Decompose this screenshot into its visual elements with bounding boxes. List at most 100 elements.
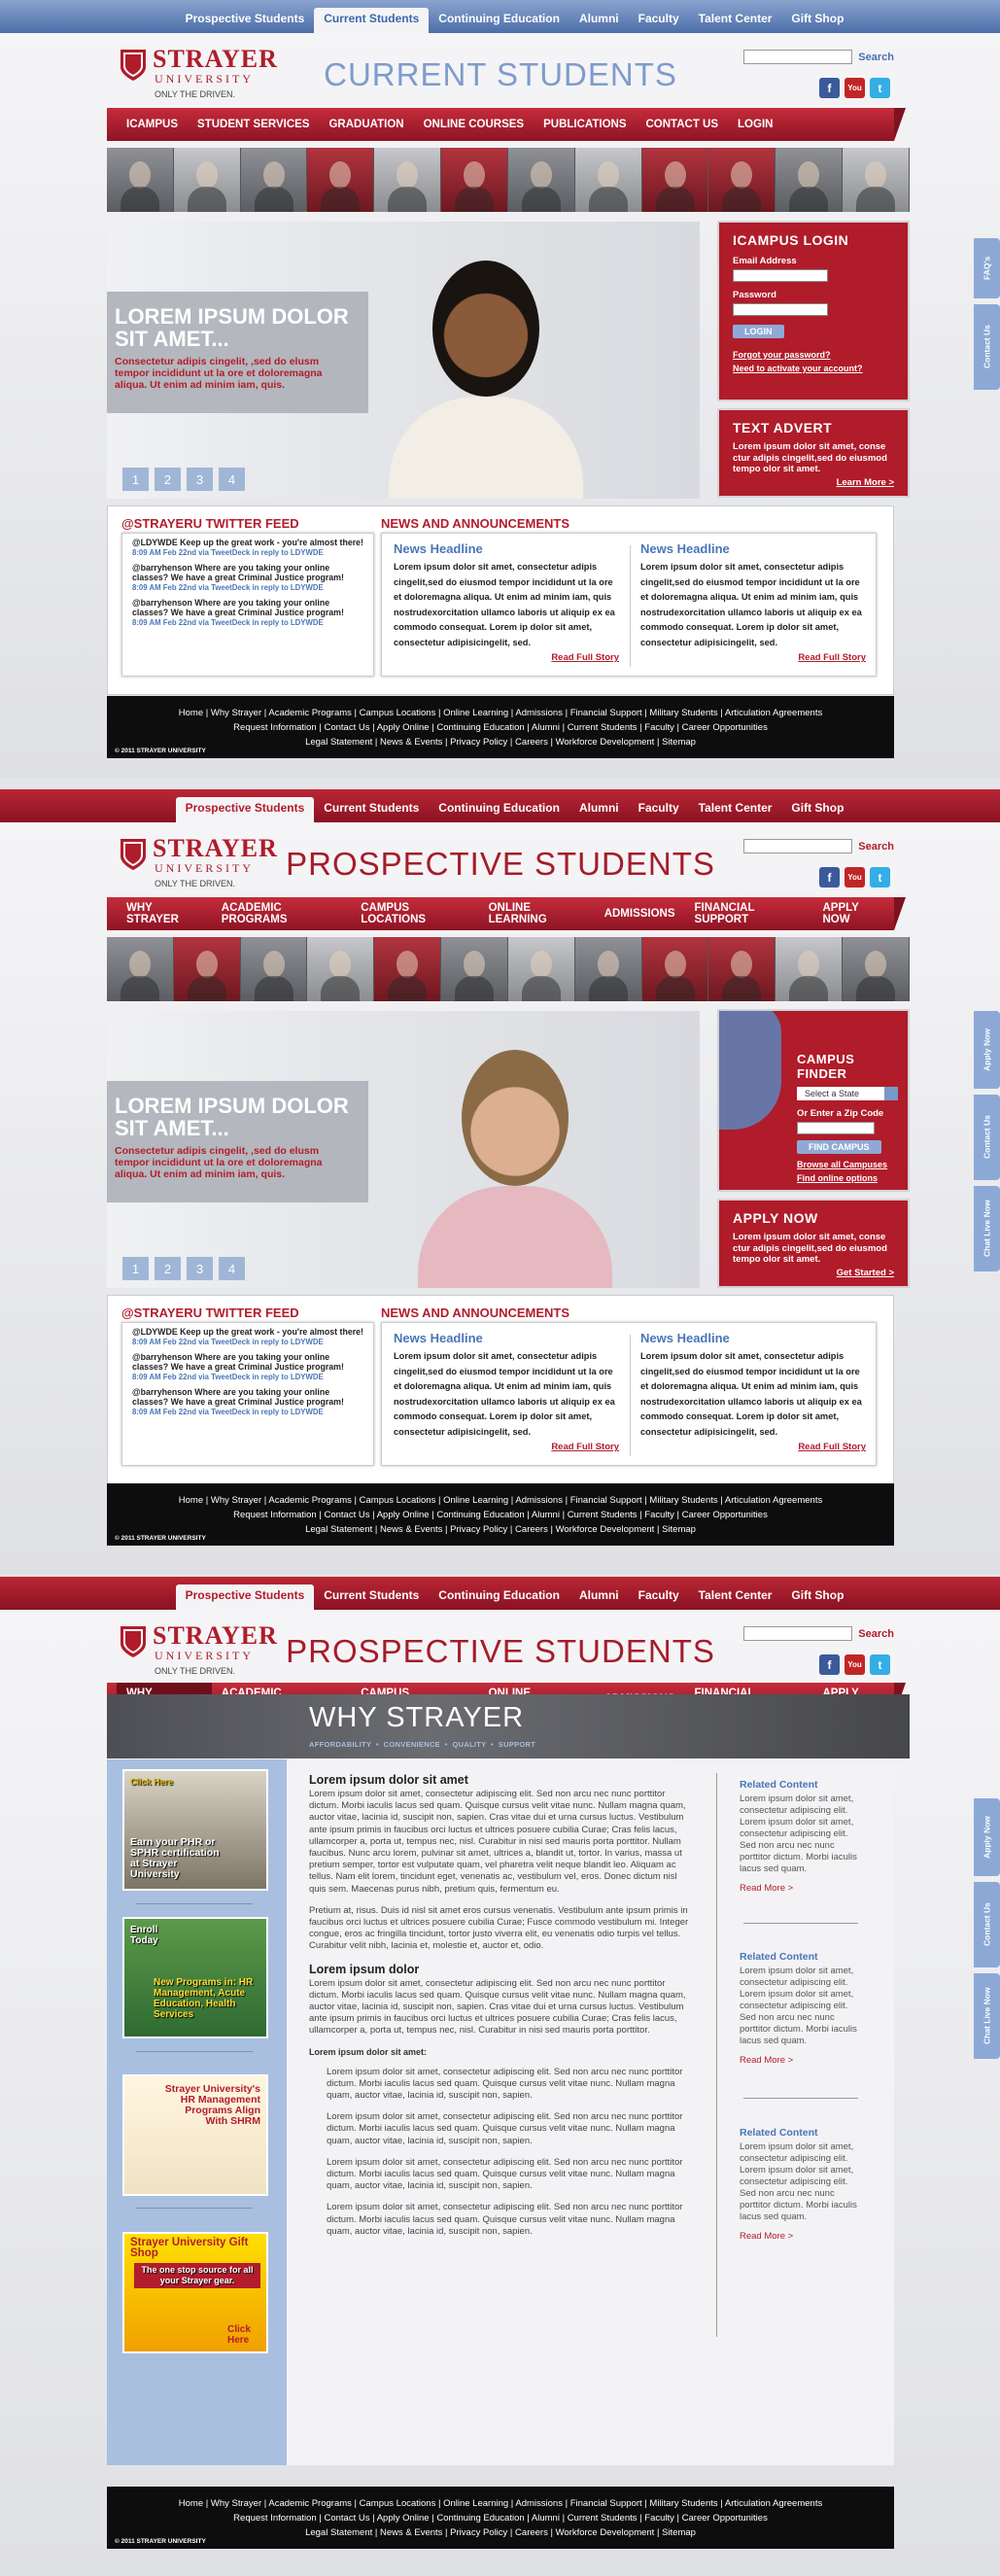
pager-3[interactable]: 3: [187, 468, 213, 491]
hero-pager: 1 2 3 4: [122, 1257, 245, 1280]
search-input[interactable]: [743, 50, 853, 64]
youtube-icon[interactable]: You: [845, 867, 865, 888]
email-label: Email Address: [733, 256, 797, 266]
nav-academic-programs[interactable]: ACADEMIC PROGRAMS: [212, 897, 351, 930]
hero-title: LOREM IPSUM DOLOR SIT AMET...: [115, 1094, 349, 1140]
nav-why-strayer[interactable]: WHY STRAYER: [117, 897, 212, 930]
related-title[interactable]: Related Content: [740, 1779, 861, 1791]
footer-links-1: Home | Why Strayer | Academic Programs |…: [178, 1495, 823, 1506]
nav-online-courses[interactable]: ONLINE COURSES: [414, 108, 534, 141]
side-tabs: Apply Now Contact Us Chat Live Now: [974, 1011, 1000, 1271]
email-field[interactable]: [733, 269, 828, 282]
side-tab-chat-live[interactable]: Chat Live Now: [974, 1186, 1000, 1271]
feeds-section: @STRAYERU TWITTER FEED NEWS AND ANNOUNCE…: [107, 505, 894, 695]
read-full-story-link[interactable]: Read Full Story: [394, 1442, 619, 1452]
search-button[interactable]: Search: [858, 841, 894, 853]
news-headline[interactable]: News Headline: [640, 541, 866, 556]
read-more-link[interactable]: Read More >: [740, 1883, 861, 1894]
side-tab-contact-us[interactable]: Contact Us: [974, 1095, 1000, 1180]
tweet: @LDYWDE Keep up the great work - you're …: [132, 1327, 363, 1346]
hr-management-ad[interactable]: Strayer University's HR Management Progr…: [122, 2074, 268, 2196]
pager-1[interactable]: 1: [122, 468, 149, 491]
pager-2[interactable]: 2: [155, 1257, 181, 1280]
nav-campus-locations[interactable]: CAMPUS LOCATIONS: [351, 897, 478, 930]
student-photo: [574, 148, 642, 212]
read-full-story-link[interactable]: Read Full Story: [394, 652, 619, 663]
student-photo: [441, 937, 508, 1001]
side-tab-apply-now[interactable]: Apply Now: [974, 1798, 1000, 1876]
facebook-icon[interactable]: f: [819, 78, 840, 98]
nav-apply-now[interactable]: APPLY NOW: [813, 897, 895, 930]
state-select[interactable]: Select a State: [797, 1087, 898, 1100]
side-tab-contact-us[interactable]: Contact Us: [974, 304, 1000, 390]
activate-account-link[interactable]: Need to activate your account?: [733, 364, 894, 373]
nav-financial-support[interactable]: FINANCIAL SUPPORT: [685, 897, 813, 930]
phr-certification-ad[interactable]: Click Here Earn your PHR or SPHR certifi…: [122, 1769, 268, 1891]
icampus-login-box: ICAMPUS LOGIN Email Address Password LOG…: [717, 221, 910, 401]
nav-contact-us[interactable]: CONTACT US: [637, 108, 729, 141]
facebook-icon[interactable]: f: [819, 867, 840, 888]
student-photo: [641, 148, 709, 212]
news-headline[interactable]: News Headline: [640, 1331, 866, 1345]
article-list-heading: Lorem ipsum dolor sit amet:: [309, 2046, 428, 2057]
student-photo: [240, 937, 308, 1001]
forgot-password-link[interactable]: Forgot your password?: [733, 350, 894, 360]
youtube-icon[interactable]: You: [845, 1654, 865, 1675]
news-body: Lorem ipsum dolor sit amet, consectetur …: [394, 1351, 615, 1437]
page-container: STRAYER UNIVERSITY ONLY THE DRIVEN. CURR…: [107, 0, 910, 778]
read-more-link[interactable]: Read More >: [740, 2231, 861, 2242]
related-content: Related Content Lorem ipsum dolor sit am…: [740, 1779, 861, 1894]
read-full-story-link[interactable]: Read Full Story: [640, 1442, 866, 1452]
nav-publications[interactable]: PUBLICATIONS: [534, 108, 636, 141]
read-full-story-link[interactable]: Read Full Story: [640, 652, 866, 663]
main-nav: WHY STRAYER ACADEMIC PROGRAMS CAMPUS LOC…: [107, 897, 906, 930]
nav-admissions[interactable]: ADMISSIONS: [595, 897, 685, 930]
pager-4[interactable]: 4: [219, 1257, 245, 1280]
twitter-icon[interactable]: t: [870, 78, 890, 98]
browse-campuses-link[interactable]: Browse all Campuses: [797, 1160, 894, 1169]
news-headline[interactable]: News Headline: [394, 1331, 619, 1345]
password-field[interactable]: [733, 303, 828, 316]
gift-shop-ad[interactable]: Strayer University Gift Shop The one sto…: [122, 2232, 268, 2353]
search-button[interactable]: Search: [858, 52, 894, 63]
news-box: News Headline Lorem ipsum dolor sit amet…: [381, 1322, 877, 1466]
get-started-link[interactable]: Get Started >: [733, 1268, 894, 1278]
login-button[interactable]: LOGIN: [733, 325, 784, 338]
search-bar: Search: [743, 1626, 894, 1641]
related-title[interactable]: Related Content: [740, 1951, 861, 1963]
learn-more-link[interactable]: Learn More >: [733, 477, 894, 488]
online-options-link[interactable]: Find online options: [797, 1173, 894, 1183]
read-more-link[interactable]: Read More >: [740, 2055, 861, 2066]
pager-2[interactable]: 2: [155, 468, 181, 491]
pager-1[interactable]: 1: [122, 1257, 149, 1280]
nav-login[interactable]: LOGIN: [728, 108, 782, 141]
search-input[interactable]: [743, 839, 853, 853]
youtube-icon[interactable]: You: [845, 78, 865, 98]
student-photo: [641, 937, 709, 1001]
footer: Home | Why Strayer | Academic Programs |…: [107, 2487, 894, 2549]
nav-online-learning[interactable]: ONLINE LEARNING: [479, 897, 595, 930]
twitter-icon[interactable]: t: [870, 1654, 890, 1675]
search-input[interactable]: [743, 1626, 853, 1641]
news-body: Lorem ipsum dolor sit amet, consectetur …: [394, 562, 615, 647]
divider: [743, 1923, 858, 1924]
banner-title: WHY STRAYER: [309, 1702, 525, 1733]
nav-graduation[interactable]: GRADUATION: [319, 108, 413, 141]
news-title: NEWS AND ANNOUNCEMENTS: [381, 1305, 570, 1320]
side-tab-apply-now[interactable]: Apply Now: [974, 1011, 1000, 1089]
search-button[interactable]: Search: [858, 1628, 894, 1640]
related-title[interactable]: Related Content: [740, 2127, 861, 2139]
news-headline[interactable]: News Headline: [394, 541, 619, 556]
find-campus-button[interactable]: FIND CAMPUS: [797, 1140, 881, 1154]
side-tab-contact-us[interactable]: Contact Us: [974, 1882, 1000, 1967]
twitter-icon[interactable]: t: [870, 867, 890, 888]
pager-3[interactable]: 3: [187, 1257, 213, 1280]
side-tab-faqs[interactable]: FAQ's: [974, 238, 1000, 298]
nav-icampus[interactable]: ICAMPUS: [117, 108, 188, 141]
zip-field[interactable]: [797, 1122, 875, 1134]
new-programs-ad[interactable]: Enroll Today New Programs in: HR Managem…: [122, 1917, 268, 2038]
pager-4[interactable]: 4: [219, 468, 245, 491]
facebook-icon[interactable]: f: [819, 1654, 840, 1675]
nav-student-services[interactable]: STUDENT SERVICES: [188, 108, 319, 141]
side-tab-chat-live[interactable]: Chat Live Now: [974, 1973, 1000, 2059]
